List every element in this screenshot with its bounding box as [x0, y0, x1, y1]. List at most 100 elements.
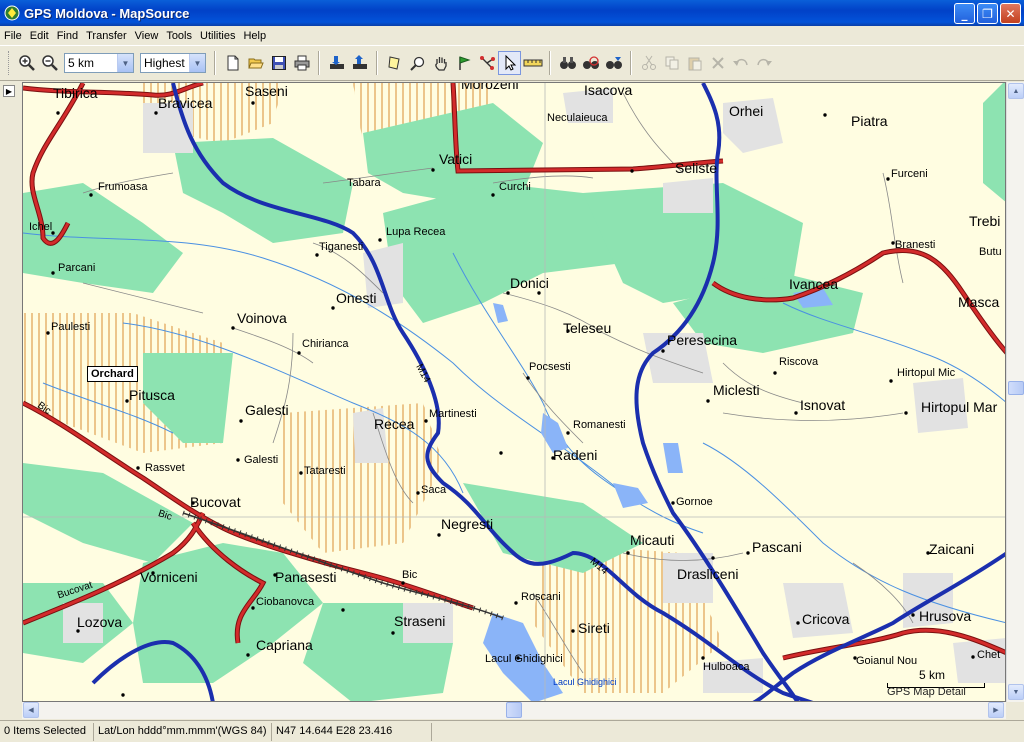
receive-from-device-button[interactable]	[325, 51, 348, 75]
zoom-out-button[interactable]	[38, 51, 61, 75]
scroll-right-arrow-icon[interactable]: ▶	[988, 702, 1004, 718]
detail-level-value: Highest	[144, 56, 185, 70]
delete-icon	[711, 57, 724, 69]
settlement-marker	[251, 606, 255, 610]
settlement-marker	[341, 608, 345, 612]
open-button[interactable]	[244, 51, 267, 75]
vertical-scroll-thumb[interactable]	[1008, 381, 1024, 395]
scroll-down-arrow-icon[interactable]: ▼	[1008, 684, 1024, 700]
minimize-button[interactable]: _	[954, 3, 975, 24]
menu-find[interactable]: Find	[53, 30, 82, 42]
detail-level-select[interactable]: Highest ▼	[140, 53, 206, 73]
status-coord-format: Lat/Lon hddd°mm.mmm'(WGS 84)	[94, 722, 272, 741]
menu-view[interactable]: View	[131, 30, 163, 42]
find-places-icon	[605, 57, 622, 69]
scroll-up-arrow-icon[interactable]: ▲	[1008, 83, 1024, 99]
settlement-marker	[121, 693, 125, 697]
map-scale: 5 km GPS Map Detail	[885, 668, 989, 700]
menu-transfer[interactable]: Transfer	[82, 30, 131, 42]
place-label: Rassvet	[145, 462, 185, 474]
scroll-left-arrow-icon[interactable]: ◀	[23, 702, 39, 718]
paste-button[interactable]	[683, 51, 706, 75]
redo-button[interactable]	[752, 51, 775, 75]
place-label: Gornoe	[676, 496, 713, 508]
expand-panel-button[interactable]: ▶	[3, 85, 15, 97]
settlement-marker	[401, 581, 405, 585]
map-tool-button[interactable]	[383, 51, 406, 75]
hand-tool-button[interactable]	[429, 51, 452, 75]
settlement-marker	[889, 379, 893, 383]
menu-edit[interactable]: Edit	[26, 30, 53, 42]
zoom-in-icon	[18, 55, 35, 71]
settlement-marker	[971, 655, 975, 659]
settlement-marker	[56, 111, 60, 115]
map-view[interactable]: Tibirica Bravicea Saseni Morozeni Isacov…	[22, 82, 1006, 702]
copy-button[interactable]	[660, 51, 683, 75]
find-nearest-button[interactable]	[579, 51, 602, 75]
new-button[interactable]	[221, 51, 244, 75]
zoom-scale-select[interactable]: 5 km ▼	[64, 53, 134, 73]
place-label: Tabara	[347, 177, 381, 189]
select-map-tool-icon	[387, 56, 400, 70]
send-to-device-button[interactable]	[348, 51, 371, 75]
save-button[interactable]	[267, 51, 290, 75]
place-label: Drasliceni	[677, 566, 739, 582]
settlement-marker	[630, 169, 634, 173]
zoom-tool-button[interactable]	[406, 51, 429, 75]
place-label: Ichel	[29, 221, 53, 233]
settlement-marker	[706, 399, 710, 403]
settlement-marker	[416, 491, 420, 495]
scale-distance: 5 km	[919, 668, 946, 682]
find-button[interactable]	[556, 51, 579, 75]
place-label: Saseni	[245, 83, 288, 99]
settlement-marker	[378, 238, 382, 242]
menu-utilities[interactable]: Utilities	[196, 30, 239, 42]
urban-area	[663, 178, 713, 213]
route-tool-button[interactable]	[475, 51, 498, 75]
place-label: Lozova	[77, 614, 123, 630]
close-button[interactable]: ✕	[1000, 3, 1021, 24]
zoom-in-button[interactable]	[15, 51, 38, 75]
place-label: Bucovat	[190, 494, 241, 510]
settlement-marker	[437, 533, 441, 537]
copy-icon	[665, 56, 678, 70]
horizontal-scroll-thumb[interactable]	[506, 702, 522, 718]
delete-button[interactable]	[706, 51, 729, 75]
restore-button[interactable]: ❐	[977, 3, 998, 24]
undo-button[interactable]	[729, 51, 752, 75]
place-label: Furceni	[891, 168, 928, 180]
place-label: Branesti	[895, 239, 936, 251]
place-label: Cricova	[802, 611, 850, 627]
settlement-marker	[773, 371, 777, 375]
waypoint-tool-button[interactable]	[452, 51, 475, 75]
toolbar-grip[interactable]	[8, 51, 11, 75]
menu-bar: File Edit Find Transfer View Tools Utili…	[0, 26, 1024, 45]
cut-button[interactable]	[637, 51, 660, 75]
menu-help[interactable]: Help	[239, 30, 270, 42]
vertical-scrollbar[interactable]: ▲ ▼	[1006, 82, 1024, 702]
settlement-marker	[491, 193, 495, 197]
find-places-button[interactable]	[602, 51, 625, 75]
place-label: Zaicani	[929, 541, 975, 557]
settlement-marker	[315, 253, 319, 257]
place-label: Bic	[402, 569, 418, 581]
settlement-marker	[506, 291, 510, 295]
toolbar-separator	[630, 51, 632, 75]
settlement-marker	[671, 501, 675, 505]
selection-tool-button[interactable]	[498, 51, 521, 75]
settlement-marker	[236, 458, 240, 462]
status-position: N47 14.644 E28 23.416	[272, 722, 432, 741]
settlement-marker	[154, 111, 158, 115]
lake-label: Lacul Ghidighici	[553, 677, 617, 687]
side-panel-collapsed: ▶	[0, 82, 22, 718]
horizontal-scrollbar[interactable]: ◀ ▶	[22, 702, 1006, 719]
menu-file[interactable]: File	[0, 30, 26, 42]
menu-tools[interactable]: Tools	[162, 30, 196, 42]
receive-icon	[329, 56, 344, 69]
settlement-marker	[566, 431, 570, 435]
place-label: Pocsesti	[529, 361, 571, 373]
place-label: Curchi	[499, 181, 531, 193]
settlement-marker	[89, 193, 93, 197]
print-button[interactable]	[290, 51, 313, 75]
distance-tool-button[interactable]	[521, 51, 544, 75]
